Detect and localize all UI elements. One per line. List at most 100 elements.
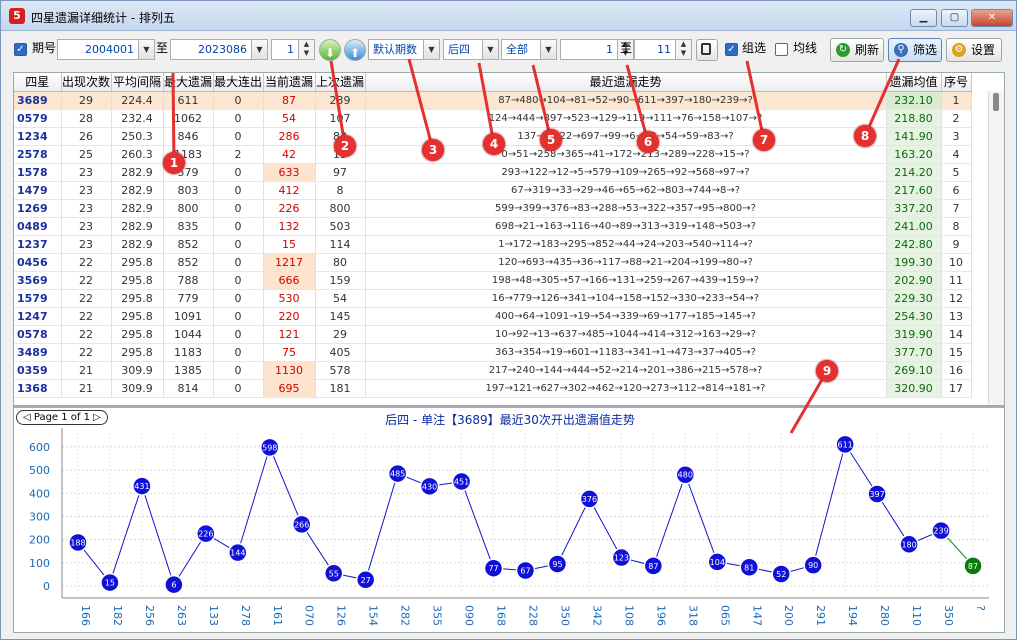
- title-bar: 5 四星遗漏详细统计 - 排列五 ▁ ▢ ✕: [1, 1, 1016, 31]
- table-row[interactable]: 0578 22 295.8 1044 0 121 29 10→92→13→637→485→10…: [14, 325, 972, 344]
- settings-button[interactable]: ⚙ 设置: [946, 38, 1002, 62]
- column-header[interactable]: 最大连出: [213, 73, 264, 92]
- table-row[interactable]: 1247 22 295.8 1091 0 220 145 400→64→1091→19→54→…: [14, 307, 972, 326]
- period-from-dropdown[interactable]: ▼: [138, 39, 155, 60]
- cell-max-consecutive: 0: [213, 199, 264, 218]
- period-to-input[interactable]: 2023086: [170, 39, 252, 60]
- table-row[interactable]: 3689 29 224.4 611 0 87 239 87→480→104→81→52→90→…: [14, 91, 972, 110]
- cell-omission-mean: 214.20: [886, 163, 942, 182]
- scope-select[interactable]: 全部: [501, 39, 541, 60]
- position-select[interactable]: 后四: [443, 39, 483, 60]
- copy-button[interactable]: [696, 39, 718, 61]
- table-row[interactable]: 1579 22 295.8 779 0 530 54 16→779→126→341→104→1…: [14, 289, 972, 308]
- table-row[interactable]: 0579 28 232.4 1062 0 54 107 124→444→897→523→129…: [14, 109, 972, 128]
- cell-avg-interval: 295.8: [111, 253, 164, 272]
- column-header[interactable]: 上次遗漏: [315, 73, 366, 92]
- cell-count: 21: [61, 361, 112, 380]
- y-tick-label: 400: [29, 487, 50, 500]
- next-button[interactable]: ⬇: [319, 39, 341, 61]
- table-row[interactable]: 0489 23 282.9 835 0 132 503 698→21→163→116→40→8…: [14, 217, 972, 236]
- table-row[interactable]: 3569 22 295.8 788 0 666 159 198→48→305→57→166→1…: [14, 271, 972, 290]
- cell-max-omission: 779: [163, 289, 214, 308]
- column-header[interactable]: 四星: [14, 73, 62, 92]
- column-header[interactable]: 出现次数: [61, 73, 112, 92]
- prev-button[interactable]: ⬆: [344, 39, 366, 61]
- cell-max-consecutive: 0: [213, 181, 264, 200]
- column-header[interactable]: 遗漏均值: [886, 73, 942, 92]
- group-checkbox[interactable]: ✓: [725, 43, 738, 56]
- cell-last-omission: 8: [315, 181, 366, 200]
- series-line: [237, 447, 271, 553]
- data-label: 90: [808, 561, 818, 570]
- column-header[interactable]: 平均间隔: [111, 73, 164, 92]
- column-header[interactable]: 最大遗漏: [163, 73, 214, 92]
- cell-max-consecutive: 0: [213, 127, 264, 146]
- table-row[interactable]: 0456 22 295.8 852 0 1217 80 120→693→435→36→117→…: [14, 253, 972, 272]
- cell-number: 1368: [14, 379, 62, 398]
- data-label: 598: [262, 443, 277, 452]
- cell-current-omission: 75: [263, 343, 316, 362]
- cell-number: 1578: [14, 163, 62, 182]
- scroll-thumb[interactable]: [993, 93, 999, 111]
- table-row[interactable]: 3489 22 295.8 1183 0 75 405 363→354→19→601→1183…: [14, 343, 972, 362]
- cell-avg-interval: 282.9: [111, 235, 164, 254]
- cell-max-consecutive: 2: [213, 145, 264, 164]
- column-header[interactable]: 当前遗漏: [263, 73, 316, 92]
- x-tick-label: 318: [686, 605, 699, 626]
- x-tick-label: 110: [910, 605, 923, 626]
- period-to-dropdown[interactable]: ▼: [251, 39, 268, 60]
- period-from-input[interactable]: 2004001: [57, 39, 139, 60]
- annotation-marker: 1: [163, 152, 185, 174]
- filter-button[interactable]: ⚲ 筛选: [888, 38, 942, 62]
- mode-select[interactable]: 默认期数: [368, 39, 424, 60]
- column-header[interactable]: 序号: [941, 73, 972, 92]
- cell-count: 22: [61, 343, 112, 362]
- scope-dropdown[interactable]: ▼: [540, 39, 557, 60]
- cell-max-omission: 814: [163, 379, 214, 398]
- num-from-input[interactable]: 1: [560, 39, 618, 60]
- x-tick-label: 256: [143, 605, 156, 626]
- copy-icon: [701, 43, 711, 55]
- chart-title: 后四 - 单注【3689】最近30次开出遗漏值走势: [385, 413, 635, 427]
- cell-last-omission: 578: [315, 361, 366, 380]
- close-button[interactable]: ✕: [971, 9, 1013, 27]
- table-row[interactable]: 1479 23 282.9 803 0 412 8 67→319→33→29→46→65→62…: [14, 181, 972, 200]
- data-label: 451: [454, 477, 469, 486]
- minimize-button[interactable]: ▁: [910, 9, 937, 27]
- cell-index: 3: [941, 127, 972, 146]
- step-input[interactable]: 1: [271, 39, 299, 60]
- window-title: 四星遗漏详细统计 - 排列五: [31, 11, 175, 25]
- x-tick-label: 280: [878, 605, 891, 626]
- toolbar: ✓ 期号 2004001 ▼ 至 2023086 ▼ 1 ▲ ▼ ⬇ ⬆ 默认期数…: [1, 32, 1016, 65]
- cell-count: 21: [61, 379, 112, 398]
- table-row[interactable]: 1237 23 282.9 852 0 15 114 1→172→183→295→852→44…: [14, 235, 972, 254]
- cell-current-omission: 412: [263, 181, 316, 200]
- cell-last-omission: 80: [315, 253, 366, 272]
- table-row[interactable]: 1269 23 282.9 800 0 226 800 599→399→376→83→288→…: [14, 199, 972, 218]
- cell-current-omission: 666: [263, 271, 316, 290]
- group-label: 组选: [742, 41, 767, 55]
- column-header[interactable]: 最近遗漏走势: [365, 73, 887, 92]
- cell-omission-mean: 319.90: [886, 325, 942, 344]
- table-row[interactable]: 1578 23 282.9 579 0 633 97 293→122→12→5→579→109…: [14, 163, 972, 182]
- maximize-button[interactable]: ▢: [941, 9, 968, 27]
- position-dropdown[interactable]: ▼: [482, 39, 499, 60]
- cell-number: 3489: [14, 343, 62, 362]
- y-tick-label: 300: [29, 510, 50, 523]
- vertical-scrollbar[interactable]: [988, 91, 1004, 405]
- data-label: 104: [710, 558, 725, 567]
- cell-max-omission: 852: [163, 235, 214, 254]
- period-checkbox[interactable]: ✓: [14, 43, 27, 56]
- cell-number: 0456: [14, 253, 62, 272]
- num-to-input[interactable]: 11: [634, 39, 676, 60]
- avg-line-checkbox[interactable]: [775, 43, 788, 56]
- refresh-button[interactable]: ↻ 刷新: [830, 38, 884, 62]
- cell-number: 0579: [14, 109, 62, 128]
- x-tick-label: 065: [718, 605, 731, 626]
- num-to-spinner[interactable]: ▲ ▼: [675, 39, 692, 60]
- step-spinner[interactable]: ▲ ▼: [298, 39, 315, 60]
- x-tick-label: 355: [431, 605, 444, 626]
- cell-index: 1: [941, 91, 972, 110]
- cell-trend: 1→172→183→295→852→44→24→203→540→114→?: [365, 235, 887, 254]
- mode-dropdown[interactable]: ▼: [423, 39, 440, 60]
